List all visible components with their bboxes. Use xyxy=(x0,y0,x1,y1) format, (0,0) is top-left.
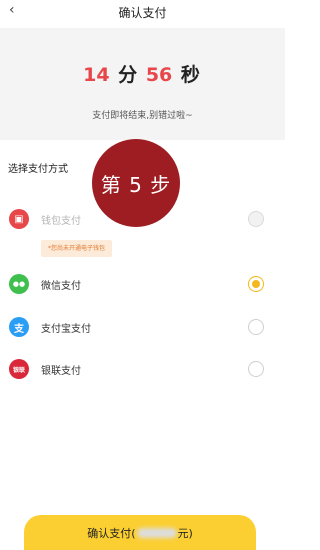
countdown-second-unit: 秒 xyxy=(180,64,200,86)
wallet-note: *您尚未开通电子钱包 xyxy=(41,240,113,257)
unionpay-radio[interactable] xyxy=(248,361,264,377)
unionpay-icon: 银联 xyxy=(9,359,29,379)
confirm-pay-suffix: 元) xyxy=(177,526,193,540)
wallet-radio[interactable] xyxy=(248,211,264,227)
countdown: 14 分 56 秒 xyxy=(0,60,285,87)
alipay-icon: 支 xyxy=(9,317,29,337)
alipay-radio[interactable] xyxy=(248,319,264,335)
countdown-minutes: 14 xyxy=(83,64,110,86)
confirm-pay-prefix: 确认支付( xyxy=(87,526,136,540)
page-title: 确认支付 xyxy=(118,6,167,20)
confirm-pay-button[interactable]: 确认支付( 元) xyxy=(24,515,256,550)
pay-method-label: 支付宝支付 xyxy=(41,324,91,335)
countdown-panel: 14 分 56 秒 支付即将结束,别错过啦~ xyxy=(0,28,285,140)
nav-bar: ‹ 确认支付 xyxy=(0,0,285,28)
pay-method-label: 银联支付 xyxy=(41,366,81,377)
pay-method-label: 钱包支付 xyxy=(41,216,81,227)
pay-method-wallet[interactable]: ▣ 钱包支付 xyxy=(0,204,285,234)
wechat-radio[interactable] xyxy=(248,276,264,292)
countdown-seconds: 56 xyxy=(145,64,173,86)
countdown-minute-unit: 分 xyxy=(118,64,138,86)
pay-method-label: 微信支付 xyxy=(41,281,81,292)
wechat-icon: ●● xyxy=(9,274,29,294)
payment-method-heading: 选择支付方式 xyxy=(8,164,68,175)
countdown-note: 支付即将结束,别错过啦~ xyxy=(92,111,193,121)
pay-method-unionpay[interactable]: 银联 银联支付 xyxy=(0,354,285,384)
pay-method-wechat[interactable]: ●● 微信支付 xyxy=(0,269,285,299)
wallet-icon: ▣ xyxy=(9,209,29,229)
blurred-amount xyxy=(136,527,177,538)
pay-method-alipay[interactable]: 支 支付宝支付 xyxy=(0,312,285,342)
step-badge-text: 第 5 步 xyxy=(100,172,172,197)
